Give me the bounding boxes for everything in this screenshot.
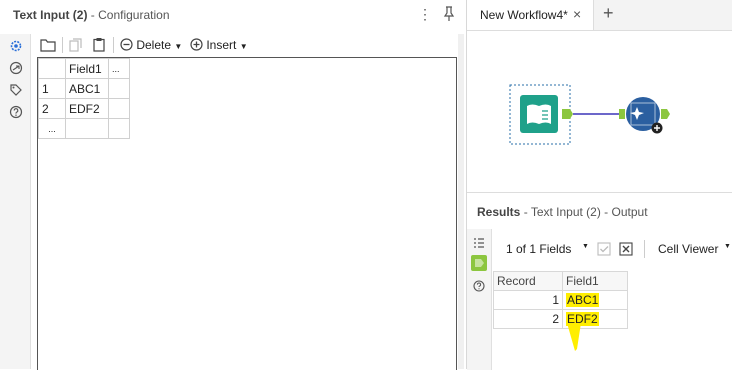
cell-empty[interactable] xyxy=(65,118,109,139)
results-toolbar: 1 of 1 Fields ▼ Cell Viewer ▼ xyxy=(493,237,732,261)
corner-cell xyxy=(38,58,66,79)
configuration-subtitle: - Configuration xyxy=(90,8,170,22)
results-title: Results - Text Input (2) - Output xyxy=(477,205,648,219)
copy-icon[interactable] xyxy=(69,34,83,56)
new-row-marker: ... xyxy=(38,118,66,139)
row-number: 1 xyxy=(38,78,66,99)
chevron-down-icon[interactable]: ▼ xyxy=(724,243,731,250)
configuration-header: Text Input (2) - Configuration ⋮ xyxy=(0,0,466,30)
help-icon[interactable] xyxy=(473,280,485,295)
tool-name: Text Input (2) xyxy=(13,8,88,22)
results-grid: Record Field1 1 ABC1 2 EDF2 xyxy=(493,271,628,351)
insert-label: Insert xyxy=(206,38,237,52)
input-anchor xyxy=(619,109,625,119)
row-number: 2 xyxy=(38,98,66,119)
results-header-row: Record Field1 xyxy=(493,271,628,291)
cell-value[interactable]: EDF2 xyxy=(65,98,109,119)
results-panel: Results - Text Input (2) - Output 1 of 1… xyxy=(467,192,732,370)
tab-new-workflow4[interactable]: New Workflow4* × xyxy=(467,0,594,30)
chevron-down-icon: ▼ xyxy=(239,42,248,51)
results-table: Record Field1 1 ABC1 2 EDF2 xyxy=(493,271,628,329)
chevron-down-icon[interactable]: ▼ xyxy=(582,243,589,250)
tab-label: New Workflow4* xyxy=(480,8,568,22)
clear-filter-icon[interactable] xyxy=(619,242,633,259)
annotation-icon[interactable] xyxy=(9,61,23,75)
text-input-grid: Field1 ... 1 ABC1 2 EDF2 ... xyxy=(37,57,457,370)
pin-icon[interactable] xyxy=(442,6,456,22)
more-options-icon[interactable]: ⋮ xyxy=(418,6,432,22)
configuration-panel: Text Input (2) - Configuration ⋮ Delete … xyxy=(0,0,467,370)
column-header-field1[interactable]: Field1 xyxy=(65,58,109,79)
data-anchor-icon[interactable] xyxy=(471,255,487,271)
results-side-rail xyxy=(467,229,492,370)
check-icon[interactable] xyxy=(597,242,611,259)
open-folder-icon[interactable] xyxy=(40,34,56,56)
workflow-diagram xyxy=(509,84,670,145)
input-table: Field1 ... 1 ABC1 2 EDF2 ... xyxy=(38,58,130,139)
column-header-field1[interactable]: Field1 xyxy=(562,271,628,291)
cell-empty[interactable] xyxy=(108,118,130,139)
browse-tool[interactable] xyxy=(626,97,663,134)
delete-label: Delete xyxy=(136,38,172,52)
tag-icon[interactable] xyxy=(9,83,23,97)
add-tab-button[interactable]: + xyxy=(603,3,614,24)
cell-empty[interactable] xyxy=(108,98,130,119)
cell-empty[interactable] xyxy=(108,78,130,99)
cell-viewer-dropdown[interactable]: Cell Viewer xyxy=(658,242,718,256)
chevron-down-icon: ▼ xyxy=(174,42,183,51)
results-label: Results xyxy=(477,205,521,219)
browse-output-anchor xyxy=(661,109,670,119)
column-header-add[interactable]: ... xyxy=(108,58,130,79)
vertical-scrollbar[interactable] xyxy=(458,34,464,369)
field1-value[interactable]: ABC1 xyxy=(562,290,628,310)
help-icon[interactable] xyxy=(9,105,23,119)
output-anchor xyxy=(562,109,573,119)
record-number: 1 xyxy=(493,290,563,310)
column-header-record[interactable]: Record xyxy=(493,271,563,291)
delete-button[interactable]: Delete ▼ xyxy=(120,34,182,56)
minus-circle-icon xyxy=(120,38,133,51)
close-icon[interactable]: × xyxy=(573,6,581,22)
workflow-canvas[interactable] xyxy=(467,31,732,191)
gear-icon[interactable] xyxy=(9,39,23,53)
highlighted-value: ABC1 xyxy=(566,293,600,307)
workflow-tab-bar: New Workflow4* × + xyxy=(467,0,732,31)
insert-button[interactable]: Insert ▼ xyxy=(190,34,248,56)
list-icon[interactable] xyxy=(473,237,485,252)
highlight-marker xyxy=(567,323,581,351)
table-row: 1 ABC1 xyxy=(38,78,130,99)
cell-value[interactable]: ABC1 xyxy=(65,78,109,99)
table-row-new: ... xyxy=(38,118,130,139)
plus-circle-icon xyxy=(190,38,203,51)
table-row: 2 EDF2 xyxy=(493,309,628,329)
paste-icon[interactable] xyxy=(92,34,106,56)
configuration-title: Text Input (2) - Configuration xyxy=(13,8,170,22)
table-row: 1 ABC1 xyxy=(493,290,628,310)
table-row: 2 EDF2 xyxy=(38,98,130,119)
record-number: 2 xyxy=(493,309,563,329)
configuration-side-rail xyxy=(0,34,31,369)
text-input-tool[interactable] xyxy=(520,95,558,133)
fields-selector[interactable]: 1 of 1 Fields xyxy=(506,242,571,256)
results-subtitle: - Text Input (2) - Output xyxy=(523,205,648,219)
table-header-row: Field1 ... xyxy=(38,58,130,79)
toolbar-divider xyxy=(644,240,645,258)
configuration-toolbar: Delete ▼ Insert ▼ xyxy=(34,34,458,56)
